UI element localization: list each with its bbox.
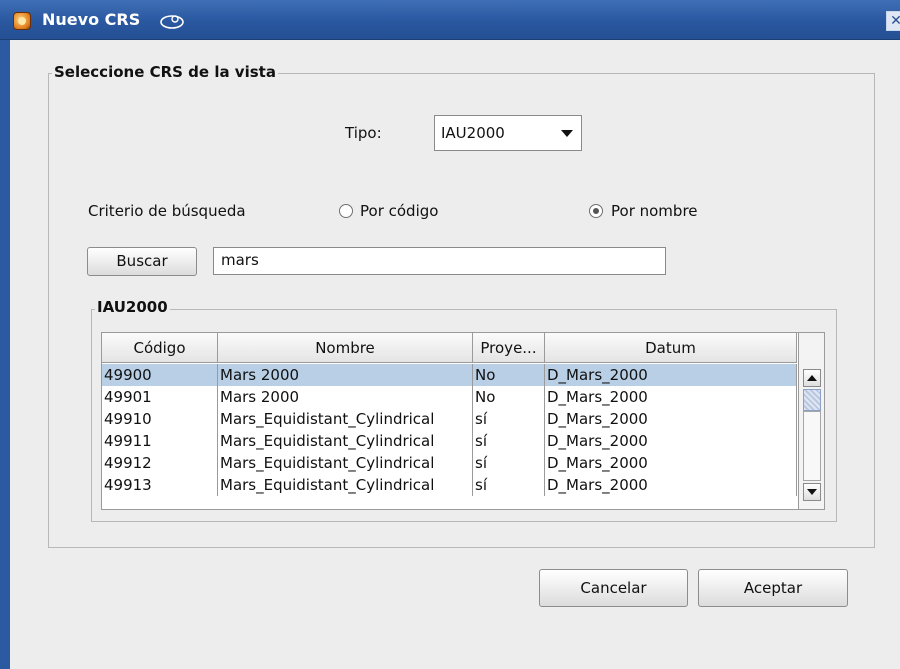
column-header-proyeccion[interactable]: Proye... <box>473 333 545 363</box>
radio-by-name-label[interactable]: Por nombre <box>611 202 698 220</box>
tipo-selected-value: IAU2000 <box>441 124 505 142</box>
search-button[interactable]: Buscar <box>87 247 197 276</box>
table-row[interactable]: 49913 Mars_Equidistant_Cylindrical sí D_… <box>102 474 797 496</box>
radio-by-name[interactable] <box>589 204 603 218</box>
cancel-button-label: Cancelar <box>580 579 647 597</box>
tipo-label: Tipo: <box>345 124 382 142</box>
close-icon: ✕ <box>890 13 900 29</box>
title-ornament-icon <box>160 15 184 29</box>
cell-nombre: Mars 2000 <box>218 364 473 386</box>
arrow-down-icon[interactable] <box>803 483 821 501</box>
accept-button[interactable]: Aceptar <box>698 569 848 607</box>
column-header-nombre[interactable]: Nombre <box>218 333 473 363</box>
title-bar[interactable]: Nuevo CRS ✕ <box>0 0 900 40</box>
crs-view-group-legend: Seleccione CRS de la vista <box>52 63 278 81</box>
cell-codigo: 49913 <box>102 474 218 496</box>
radio-by-code-label[interactable]: Por código <box>360 202 438 220</box>
table-row[interactable]: 49911 Mars_Equidistant_Cylindrical sí D_… <box>102 430 797 452</box>
cell-nombre: Mars_Equidistant_Cylindrical <box>218 452 473 474</box>
column-header-datum[interactable]: Datum <box>545 333 797 363</box>
table-row[interactable]: 49910 Mars_Equidistant_Cylindrical sí D_… <box>102 408 797 430</box>
table-row[interactable]: 49901 Mars 2000 No D_Mars_2000 <box>102 386 797 408</box>
scrollbar-track[interactable] <box>803 411 821 481</box>
cell-nombre: Mars_Equidistant_Cylindrical <box>218 430 473 452</box>
cell-nombre: Mars_Equidistant_Cylindrical <box>218 474 473 496</box>
cell-datum: D_Mars_2000 <box>545 364 797 386</box>
cell-codigo: 49911 <box>102 430 218 452</box>
cell-nombre: Mars_Equidistant_Cylindrical <box>218 408 473 430</box>
table-row[interactable]: 49912 Mars_Equidistant_Cylindrical sí D_… <box>102 452 797 474</box>
cell-proyeccion: sí <box>473 430 545 452</box>
search-input[interactable]: mars <box>213 247 666 275</box>
column-header-codigo[interactable]: Código <box>102 333 218 363</box>
cell-codigo: 49900 <box>102 364 218 386</box>
app-icon <box>13 12 31 30</box>
cell-datum: D_Mars_2000 <box>545 452 797 474</box>
close-button[interactable]: ✕ <box>886 11 900 31</box>
cell-nombre: Mars 2000 <box>218 386 473 408</box>
cell-proyeccion: No <box>473 386 545 408</box>
criteria-label: Criterio de búsqueda <box>88 202 246 220</box>
radio-by-code[interactable] <box>339 204 353 218</box>
cell-codigo: 49910 <box>102 408 218 430</box>
cell-codigo: 49912 <box>102 452 218 474</box>
cell-datum: D_Mars_2000 <box>545 408 797 430</box>
cell-datum: D_Mars_2000 <box>545 386 797 408</box>
scrollbar-thumb[interactable] <box>803 389 821 411</box>
tipo-combo[interactable]: IAU2000 <box>434 115 582 151</box>
search-button-label: Buscar <box>116 252 168 270</box>
cell-proyeccion: sí <box>473 408 545 430</box>
cancel-button[interactable]: Cancelar <box>539 569 688 607</box>
results-group-legend: IAU2000 <box>95 298 170 316</box>
window-title: Nuevo CRS <box>42 10 141 29</box>
cell-proyeccion: No <box>473 364 545 386</box>
table-scrollbar[interactable] <box>798 333 824 509</box>
cell-proyeccion: sí <box>473 452 545 474</box>
crs-table[interactable]: Código Nombre Proye... Datum 49900 Mars … <box>101 332 825 510</box>
cell-datum: D_Mars_2000 <box>545 430 797 452</box>
cell-datum: D_Mars_2000 <box>545 474 797 496</box>
arrow-up-icon[interactable] <box>803 369 821 387</box>
window-left-border <box>0 40 10 669</box>
chevron-down-icon <box>561 130 573 137</box>
cell-proyeccion: sí <box>473 474 545 496</box>
accept-button-label: Aceptar <box>743 579 803 597</box>
table-row[interactable]: 49900 Mars 2000 No D_Mars_2000 <box>102 364 797 386</box>
cell-codigo: 49901 <box>102 386 218 408</box>
